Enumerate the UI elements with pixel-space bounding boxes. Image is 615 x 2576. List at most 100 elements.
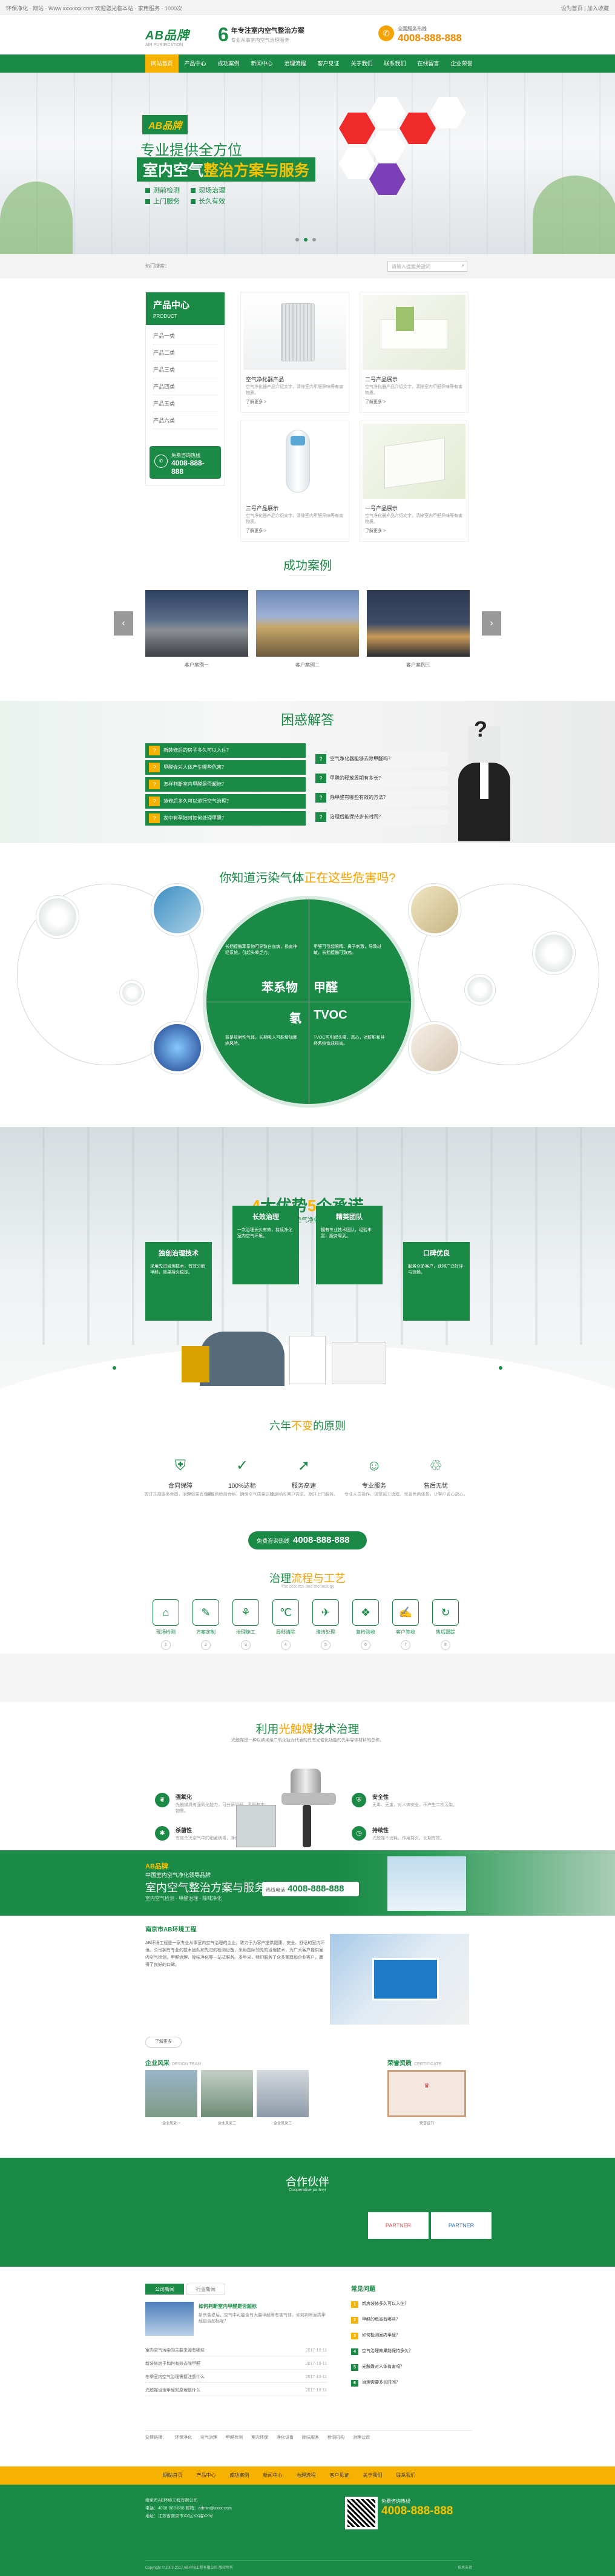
advantage-box: 独创治理技术 采用先进治理技术，有效分解甲醛，效果持久稳定。	[145, 1242, 212, 1321]
case-image[interactable]	[145, 590, 248, 657]
qa-question[interactable]: ? 空气净化器能够去除甲醛吗？	[312, 752, 448, 766]
qa-question[interactable]: ? 新装修后的房子多久可以入住？	[145, 743, 306, 758]
nav-item[interactable]: 关于我们	[345, 54, 378, 73]
process-step[interactable]: ❖ 复检验收 6	[349, 1599, 383, 1650]
tab-company-news[interactable]: 公司新闻	[145, 2284, 184, 2295]
partner-logo[interactable]: PARTNER	[431, 2212, 492, 2239]
footer-nav-item[interactable]: 客户见证	[323, 2466, 356, 2485]
product-category[interactable]: 产品五类	[153, 395, 217, 412]
case-image[interactable]	[367, 590, 470, 657]
footer-nav-item[interactable]: 治理流程	[289, 2466, 323, 2485]
friend-link[interactable]: 净化设备	[277, 2436, 294, 2440]
next-arrow[interactable]: ›	[482, 611, 501, 636]
qa-question[interactable]: ? 治理后能保持多长时间？	[312, 810, 448, 824]
qa-question[interactable]: ? 装修后多久可以进行空气治理？	[145, 794, 306, 809]
spray-gun-image	[278, 1769, 339, 1847]
news-thumb[interactable]	[145, 2302, 194, 2336]
product-category[interactable]: 产品二类	[153, 344, 217, 361]
process-step[interactable]: ⚘ 治理施工 3	[229, 1599, 263, 1650]
nav-item[interactable]: 网站首页	[145, 54, 179, 73]
friend-link[interactable]: 除味服务	[302, 2436, 319, 2440]
key-radon: 氡	[289, 1012, 301, 1025]
nav-item[interactable]: 企业荣誉	[445, 54, 478, 73]
faq-item[interactable]: 3 如何检测室内甲醛？	[351, 2330, 469, 2342]
phone-icon: ✆	[154, 455, 168, 468]
sidebar-call[interactable]: ✆ 免费咨询热线 4008-888-888	[150, 446, 221, 479]
product-card[interactable]: 空气净化器产品 空气净化器产品介绍文字，清除室内甲醛异味等有害物质。 了解更多 >	[240, 292, 349, 413]
certificate-image[interactable]: ♛	[387, 2070, 466, 2117]
case-caption[interactable]: 客户案例三	[367, 662, 470, 668]
advantage-box: 精英团队 拥有专业技术团队，经验丰富，服务周到。	[316, 1206, 383, 1284]
question-icon: ?	[149, 797, 160, 806]
nav-item[interactable]: 在线留言	[412, 54, 445, 73]
product-category[interactable]: 产品四类	[153, 378, 217, 395]
strip-phone[interactable]: 热线电话 4008-888-888	[262, 1882, 359, 1896]
product-card[interactable]: 一号产品展示 空气净化器产品介绍文字，清除室内甲醛异味等有害物质。 了解更多 >	[360, 421, 469, 542]
friend-link[interactable]: 治理公司	[353, 2436, 370, 2440]
process-step[interactable]: ✈ 清洁处理 5	[309, 1599, 343, 1650]
top-welcome: 环保净化 · 网站 · Www.xxxxxxx.com 欢迎您光临本站 · 家用…	[6, 5, 183, 12]
faq-item[interactable]: 6 治理需要多长时间？	[351, 2377, 469, 2389]
top-links[interactable]: 设为首页 | 加入收藏	[561, 4, 609, 12]
news-row[interactable]: 冬季室内空气治理需要注意什么 2017-10-11	[145, 2372, 327, 2383]
product-card[interactable]: 三号产品展示 空气净化器产品介绍文字，清除室内甲醛异味等有害物质。 了解更多 >	[240, 421, 349, 542]
qa-question[interactable]: ? 除甲醛有哪些有效的方法？	[312, 790, 448, 805]
friend-link[interactable]: 甲醛检测	[226, 2436, 243, 2440]
process-step[interactable]: ✍ 客户签收 7	[389, 1599, 423, 1650]
nav-item[interactable]: 产品中心	[179, 54, 212, 73]
nav-item[interactable]: 成功案例	[212, 54, 245, 73]
footer-nav-item[interactable]: 网站首页	[156, 2466, 189, 2485]
footer-nav-item[interactable]: 成功案例	[223, 2466, 256, 2485]
nav-item[interactable]: 新闻中心	[245, 54, 278, 73]
qa-question[interactable]: ? 甲醛的释放周期有多长？	[312, 771, 448, 786]
footer-nav-item[interactable]: 关于我们	[356, 2466, 389, 2485]
banner-line2: 室内空气整治方案与服务	[137, 157, 316, 182]
footer-nav-item[interactable]: 联系我们	[389, 2466, 423, 2485]
product-box	[236, 1805, 276, 1847]
site-logo[interactable]: AB品牌 AIR PURIFICATION	[145, 25, 189, 47]
partner-logo[interactable]: PARTNER	[368, 2212, 429, 2239]
team-title: 企业风采 DESIGN TEAM	[145, 2060, 202, 2067]
search-input[interactable]: 请输入搜索关键词 ⌕	[387, 261, 467, 272]
news-headline[interactable]: 如何判断室内甲醛是否超标	[199, 2303, 326, 2310]
tab-industry-news[interactable]: 行业新闻	[186, 2284, 225, 2295]
faq-item[interactable]: 4 空气治理效果能保持多久？	[351, 2345, 469, 2358]
nav-item[interactable]: 联系我们	[378, 54, 412, 73]
product-category[interactable]: 产品三类	[153, 361, 217, 378]
process-step[interactable]: ⌂ 现场检测 1	[149, 1599, 183, 1650]
prev-arrow[interactable]: ‹	[114, 611, 133, 636]
nav-item[interactable]: 治理流程	[278, 54, 312, 73]
consult-button[interactable]: 免费咨询热线 4008-888-888	[248, 1531, 367, 1549]
product-card[interactable]: 二号产品展示 空气净化器产品介绍文字，清除室内甲醛异味等有害物质。 了解更多 >	[360, 292, 469, 413]
qa-question[interactable]: ? 怎样判断室内甲醛是否超标？	[145, 777, 306, 792]
about-more-button[interactable]: 了解更多	[145, 2037, 182, 2048]
process-step[interactable]: ↻ 售后跟踪 8	[429, 1599, 462, 1650]
qa-question[interactable]: ? 甲醛会对人体产生哪些危害？	[145, 760, 306, 775]
faq-item[interactable]: 5 光触媒对人体有害吗？	[351, 2361, 469, 2373]
banner-dots[interactable]	[293, 235, 318, 243]
product-category[interactable]: 产品六类	[153, 412, 217, 429]
process-step[interactable]: ℃ 局部清除 4	[269, 1599, 303, 1650]
friend-link[interactable]: 空气治理	[200, 2436, 217, 2440]
news-row[interactable]: 光触媒治理甲醛的原理是什么 2017-10-11	[145, 2385, 327, 2396]
team-photo[interactable]	[201, 2070, 253, 2117]
friend-link[interactable]: 环保净化	[175, 2436, 192, 2440]
faq-item[interactable]: 2 甲醛的危害有哪些？	[351, 2314, 469, 2326]
case-caption[interactable]: 客户案例二	[256, 662, 359, 668]
case-caption[interactable]: 客户案例一	[145, 662, 248, 668]
case-image[interactable]	[256, 590, 359, 657]
pollution-photo	[409, 1022, 461, 1074]
team-photo[interactable]	[145, 2070, 197, 2117]
news-row[interactable]: 室内空气污染的主要来源有哪些 2017-10-11	[145, 2345, 327, 2356]
team-photo[interactable]	[257, 2070, 309, 2117]
footer-nav-item[interactable]: 产品中心	[189, 2466, 223, 2485]
nav-item[interactable]: 客户见证	[312, 54, 345, 73]
footer-nav-item[interactable]: 新闻中心	[256, 2466, 289, 2485]
friend-link[interactable]: 室内环保	[251, 2436, 268, 2440]
process-step[interactable]: ✎ 方案定制 2	[189, 1599, 223, 1650]
friend-link[interactable]: 检测机构	[327, 2436, 344, 2440]
qa-question[interactable]: ? 家中有孕妇时如何处理甲醛？	[145, 811, 306, 826]
news-row[interactable]: 新装修房子如何有效去除甲醛 2017-10-11	[145, 2359, 327, 2370]
faq-item[interactable]: 1 新房装修多久可以入住？	[351, 2298, 469, 2310]
product-category[interactable]: 产品一类	[153, 327, 217, 344]
